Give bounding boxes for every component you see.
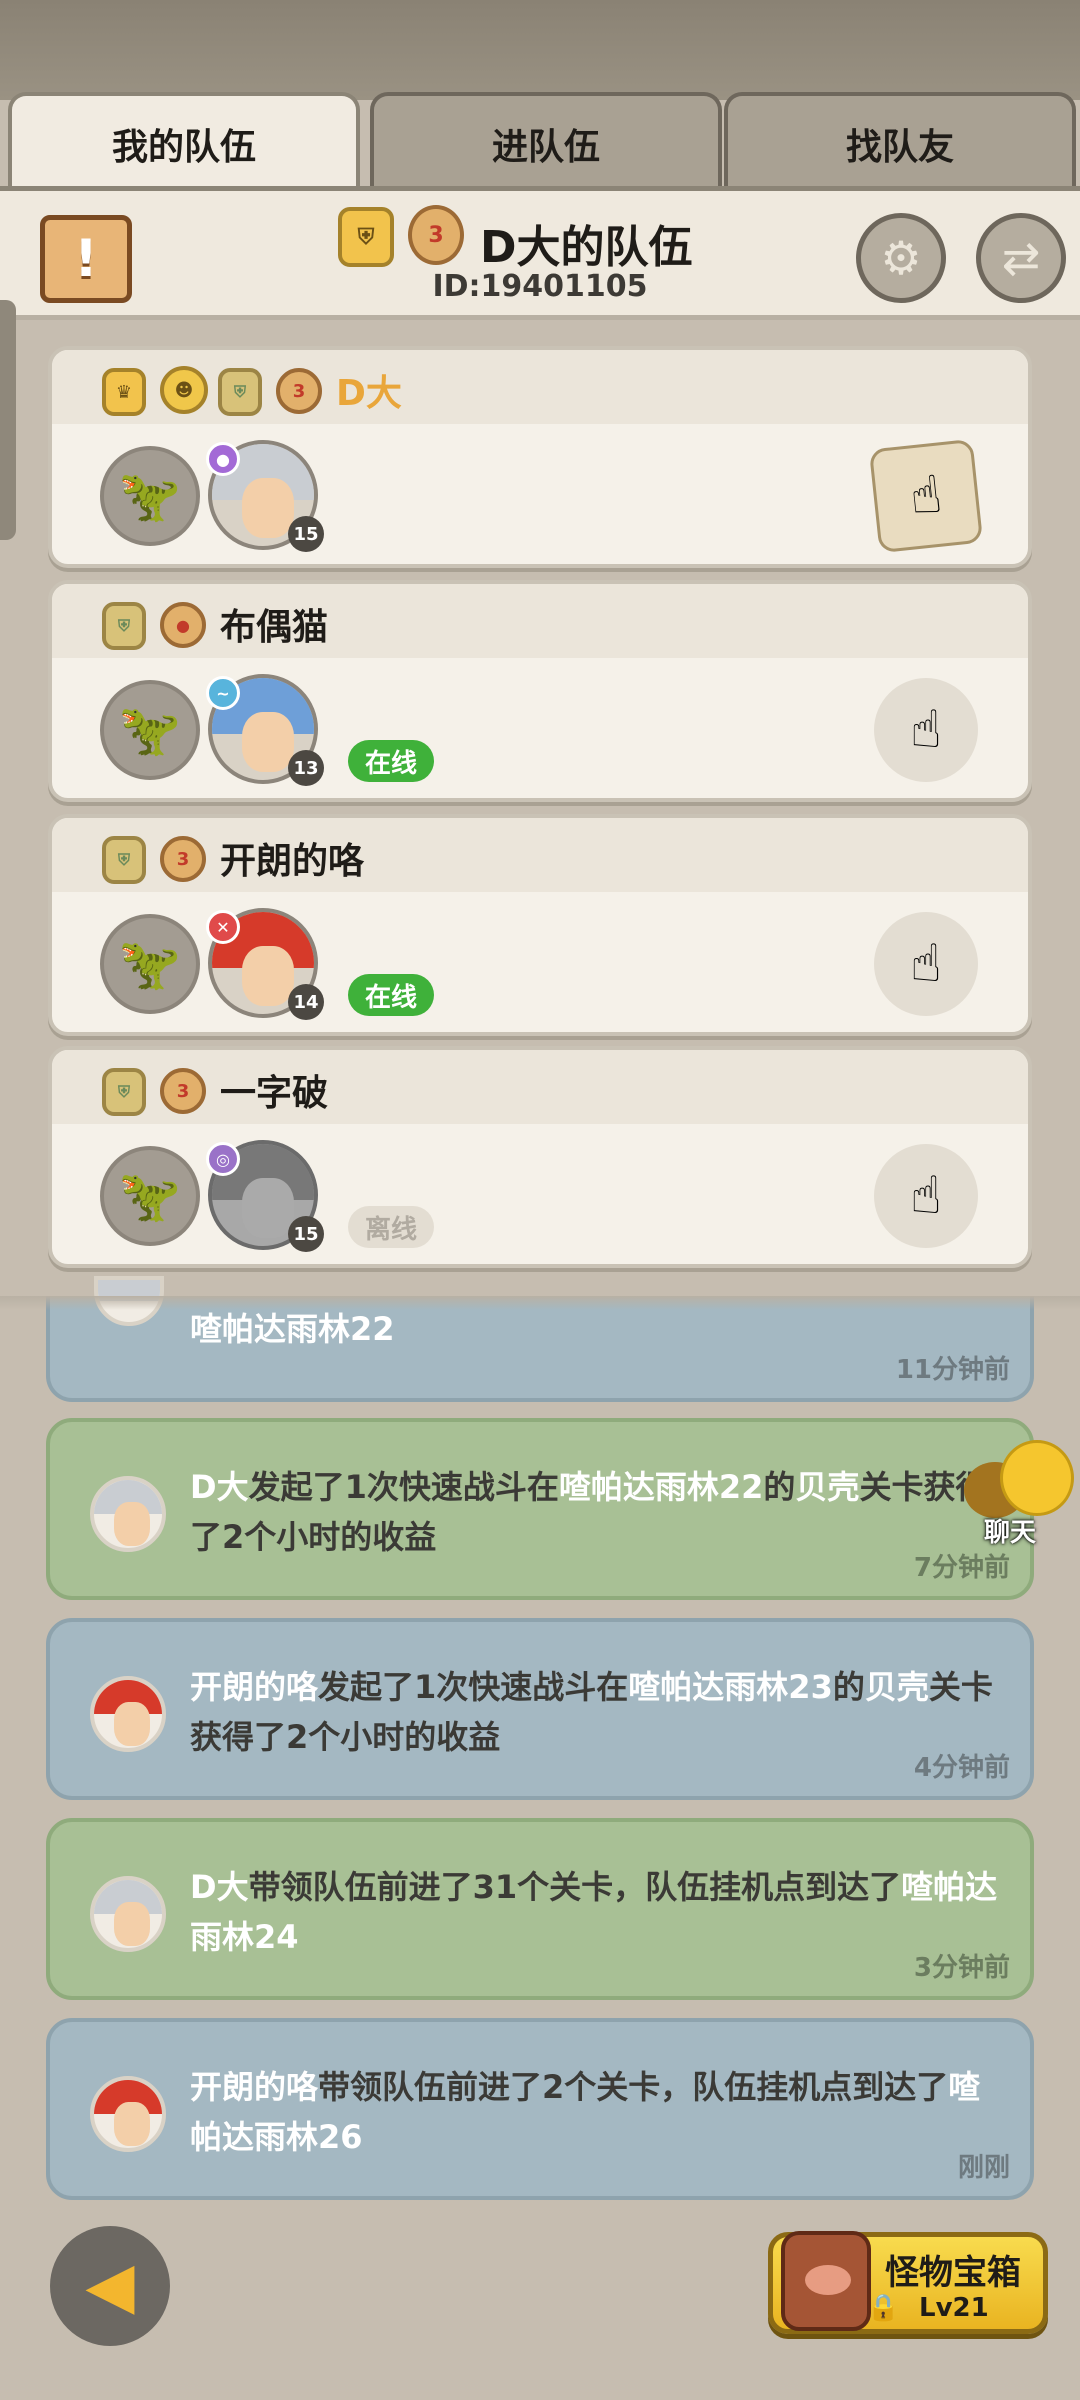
log-text-part: 的 bbox=[832, 1668, 865, 1706]
member-card: ⛨ 3 一字破 🦖 ◎ 15 离线 ☝ bbox=[48, 1046, 1032, 1268]
leader-shield-icon: ♛ bbox=[102, 368, 146, 416]
log-avatar bbox=[90, 1676, 166, 1752]
member-header: ♛ ☻ ⛨ 3 D大 bbox=[52, 350, 1028, 424]
log-text: D大带领队伍前进了31个关卡，队伍挂机点到达了喳帕达雨林24 bbox=[190, 1862, 1010, 1962]
log-stage: 贝壳 bbox=[795, 1468, 860, 1506]
log-text: D大发起了1次快速战斗在喳帕达雨林22的贝壳关卡获得了2个小时的收益 bbox=[190, 1462, 1010, 1562]
empty-pet-slot-icon[interactable]: 🦖 bbox=[100, 446, 200, 546]
member-name: 布偶猫 bbox=[220, 607, 329, 648]
chat-face-icon bbox=[1000, 1440, 1074, 1516]
member-card: ♛ ☻ ⛨ 3 D大 🦖 ● 15 ☝ bbox=[48, 346, 1032, 568]
log-text: 开朗的咯带领队伍前进了2个关卡，队伍挂机点到达了喳帕达雨林26 bbox=[190, 2062, 1010, 2162]
log-text: 喳帕达雨林22 bbox=[190, 1310, 395, 1348]
leader-hand-icon[interactable]: ☝ bbox=[868, 438, 984, 554]
member-header: ⛨ 3 一字破 bbox=[52, 1050, 1028, 1124]
element-icon: ● bbox=[206, 442, 240, 476]
tab-join-team[interactable]: 进队伍 bbox=[370, 92, 722, 192]
monster-chest-icon bbox=[781, 2231, 871, 2331]
log-actor: D大 bbox=[190, 1868, 249, 1906]
log-time: 11分钟前 bbox=[895, 1355, 1010, 1385]
team-level-badge-icon: 3 bbox=[408, 205, 464, 265]
transfer-leader-icon[interactable]: ☝ bbox=[874, 1144, 978, 1248]
transfer-leader-icon[interactable]: ☝ bbox=[874, 678, 978, 782]
monster-chest-title: 怪物宝箱 bbox=[885, 2253, 1021, 2293]
chat-label: 聊天 bbox=[984, 1518, 1037, 1548]
log-text: 开朗的咯发起了1次快速战斗在喳帕达雨林23的贝壳关卡获得了2个小时的收益 bbox=[190, 1662, 1010, 1762]
emblem-icon: ☻ bbox=[160, 366, 208, 414]
rank-badge-icon: ⛨ bbox=[218, 368, 262, 416]
empty-pet-slot-icon[interactable]: 🦖 bbox=[100, 1146, 200, 1246]
team-rank-badge-icon: ⛨ bbox=[338, 207, 394, 267]
lock-icon: 🔒 bbox=[867, 2293, 900, 2323]
rank-badge-icon: ⛨ bbox=[102, 1068, 146, 1116]
log-time: 3分钟前 bbox=[913, 1953, 1010, 1983]
member-card: ⛨ 3 开朗的咯 🦖 ✕ 14 在线 ☝ bbox=[48, 814, 1032, 1036]
status-badge: 在线 bbox=[348, 974, 434, 1016]
log-stage: 贝壳 bbox=[864, 1668, 929, 1706]
log-actor: 开朗的咯 bbox=[190, 1668, 319, 1706]
hero-level: 13 bbox=[288, 750, 324, 786]
divider bbox=[0, 1296, 1080, 1310]
log-entry: D大带领队伍前进了31个关卡，队伍挂机点到达了喳帕达雨林24 3分钟前 bbox=[46, 1818, 1034, 2000]
log-actor: D大 bbox=[190, 1468, 249, 1506]
log-time: 7分钟前 bbox=[913, 1553, 1010, 1583]
log-place: 喳帕达雨林22 bbox=[558, 1468, 764, 1506]
log-text-part: 带领队伍前进了31个关卡，队伍挂机点到达了 bbox=[248, 1868, 902, 1906]
level-badge-icon: ● bbox=[160, 602, 206, 648]
rank-badge-icon: ⛨ bbox=[102, 602, 146, 650]
log-entry: 开朗的咯带领队伍前进了2个关卡，队伍挂机点到达了喳帕达雨林26 刚刚 bbox=[46, 2018, 1034, 2200]
element-icon: ✕ bbox=[206, 910, 240, 944]
log-entry: 喳帕达雨林22 11分钟前 bbox=[46, 1276, 1034, 1402]
level-badge-icon: 3 bbox=[276, 368, 322, 414]
log-actor: 开朗的咯 bbox=[190, 2068, 319, 2106]
member-header: ⛨ ● 布偶猫 bbox=[52, 584, 1028, 658]
top-band bbox=[0, 0, 1080, 100]
back-arrow-icon[interactable]: ◀ bbox=[50, 2226, 170, 2346]
side-handle[interactable] bbox=[0, 300, 16, 540]
transfer-leader-icon[interactable]: ☝ bbox=[874, 912, 978, 1016]
member-header: ⛨ 3 开朗的咯 bbox=[52, 818, 1028, 892]
log-avatar bbox=[90, 1876, 166, 1952]
tab-bar: 我的队伍 进队伍 找队友 bbox=[8, 92, 1076, 192]
team-name: D大的队伍 bbox=[480, 222, 693, 273]
tab-my-team[interactable]: 我的队伍 bbox=[8, 92, 360, 192]
log-text-part: 发起了1次快速战斗在 bbox=[318, 1668, 629, 1706]
log-text-part: 的 bbox=[763, 1468, 796, 1506]
member-name: 开朗的咯 bbox=[220, 841, 365, 882]
hero-level: 15 bbox=[288, 1216, 324, 1252]
log-entry: D大发起了1次快速战斗在喳帕达雨林22的贝壳关卡获得了2个小时的收益 7分钟前 bbox=[46, 1418, 1034, 1600]
monster-chest-level: Lv21 bbox=[919, 2293, 989, 2323]
status-badge: 离线 bbox=[348, 1206, 434, 1248]
log-time: 4分钟前 bbox=[913, 1753, 1010, 1783]
level-badge-icon: 3 bbox=[160, 1068, 206, 1114]
log-avatar bbox=[90, 1476, 166, 1552]
log-text-part: 带领队伍前进了2个关卡，队伍挂机点到达了 bbox=[318, 2068, 949, 2106]
monster-chest-button[interactable]: 怪物宝箱 🔒 Lv21 bbox=[768, 2231, 1048, 2334]
hero-level: 14 bbox=[288, 984, 324, 1020]
chat-button[interactable]: 聊天 bbox=[964, 1440, 1074, 1550]
empty-pet-slot-icon[interactable]: 🦖 bbox=[100, 680, 200, 780]
log-time: 刚刚 bbox=[957, 2153, 1010, 2183]
log-avatar bbox=[90, 2076, 166, 2152]
status-badge: 在线 bbox=[348, 740, 434, 782]
team-header: ! ⛨ 3 D大的队伍 ID:19401105 ⚙ ⇄ bbox=[0, 186, 1080, 320]
log-place: 喳帕达雨林23 bbox=[628, 1668, 833, 1706]
switch-team-icon[interactable]: ⇄ bbox=[976, 213, 1066, 303]
member-name: 一字破 bbox=[220, 1073, 329, 1114]
log-text-part: 发起了1次快速战斗在 bbox=[248, 1468, 559, 1506]
log-entry: 开朗的咯发起了1次快速战斗在喳帕达雨林23的贝壳关卡获得了2个小时的收益 4分钟… bbox=[46, 1618, 1034, 1800]
element-icon: ◎ bbox=[206, 1142, 240, 1176]
rank-badge-icon: ⛨ bbox=[102, 836, 146, 884]
empty-pet-slot-icon[interactable]: 🦖 bbox=[100, 914, 200, 1014]
level-badge-icon: 3 bbox=[160, 836, 206, 882]
gear-icon[interactable]: ⚙ bbox=[856, 213, 946, 303]
hero-level: 15 bbox=[288, 516, 324, 552]
member-name: D大 bbox=[336, 373, 402, 414]
tab-find-teammates[interactable]: 找队友 bbox=[724, 92, 1076, 192]
member-card: ⛨ ● 布偶猫 🦖 ~ 13 在线 ☝ bbox=[48, 580, 1032, 802]
element-icon: ~ bbox=[206, 676, 240, 710]
